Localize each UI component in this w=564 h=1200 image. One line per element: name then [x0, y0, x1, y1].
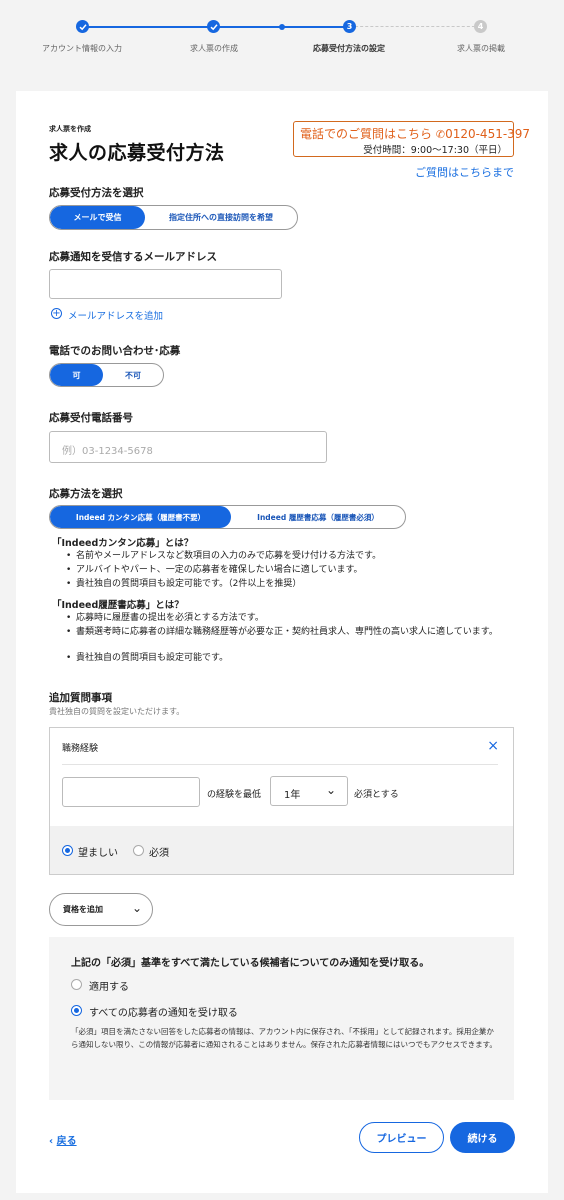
notification-note: 「必須」項目を満たさない回答をした応募者の情報は、アカウント内に保存され、「不採… [71, 1027, 497, 1049]
step-1-check-icon [76, 20, 89, 33]
page-title: 求人の応募受付方法 [49, 142, 225, 164]
notify-apply-label: 適用する [89, 982, 129, 993]
apply-method-label: 応募受付方法を選択 [49, 187, 144, 199]
easy-apply-option[interactable]: Indeed カンタン応募（履歴書不要） [50, 506, 231, 528]
apply-method-visit-option[interactable]: 指定住所への直接訪問を希望 [145, 206, 297, 229]
questions-label: 追加質問事項 [49, 692, 112, 704]
phone-prompt: 電話でのご質問はこちら [300, 127, 433, 141]
add-email-plus-icon[interactable]: + [51, 308, 62, 319]
notification-heading: 上記の「必須」基準をすべて満たしている候補者についてのみ通知を受け取る。 [71, 958, 430, 969]
question-card-title: 職務経験 [62, 744, 99, 754]
step-4-label: 求人票の掲載 [457, 44, 505, 53]
phone-inquiry-no-option[interactable]: 不可 [103, 364, 163, 386]
preview-button[interactable]: プレビュー [359, 1122, 444, 1153]
phone-contact-line: 電話でのご質問はこちら ✆0120-451-397 [300, 125, 530, 142]
continue-button[interactable]: 続ける [450, 1122, 515, 1153]
page-eyebrow: 求人票を作成 [49, 125, 91, 133]
phone-number-placeholder: 例）03-1234-5678 [62, 446, 153, 457]
question-card-divider [62, 764, 498, 765]
application-type-toggle: Indeed カンタン応募（履歴書不要） Indeed 履歴書応募（履歴書必須） [49, 505, 406, 529]
notify-all-radio[interactable] [71, 1005, 82, 1016]
phone-number[interactable]: 0120-451-397 [445, 127, 530, 141]
add-qualification-button[interactable]: 資格を追加 ⌄ [49, 893, 153, 926]
notify-all-label: すべての応募者の通知を受け取る [89, 1008, 238, 1019]
resume-apply-heading: 「Indeed履歴書応募」とは？ [52, 600, 184, 611]
resume-apply-option[interactable]: Indeed 履歴書応募（履歴書必須） [231, 506, 405, 528]
phone-inquiry-toggle: 可 不可 [49, 363, 164, 387]
chevron-down-icon: ⌄ [326, 783, 337, 797]
stepper-line-todo [350, 26, 480, 28]
phone-icon: ✆ [435, 128, 446, 141]
step-2-check-icon [207, 20, 220, 33]
priority-required-label: 必須 [149, 848, 169, 859]
close-icon[interactable]: × [487, 738, 499, 754]
priority-preferred-radio[interactable] [62, 845, 73, 856]
step-4-number: 4 [474, 20, 487, 33]
back-link[interactable]: ‹ 戻る [49, 1132, 77, 1147]
easy-apply-point: アルバイトやパート、一定の応募者を確保したい場合に適しています。 [66, 564, 506, 577]
experience-suffix: の経験を最低 [207, 790, 262, 800]
add-qualification-label: 資格を追加 [63, 905, 103, 914]
application-type-label: 応募方法を選択 [49, 488, 123, 500]
chevron-down-icon: ⌄ [132, 901, 143, 915]
questions-sublabel: 貴社独自の質問を設定いただけます。 [49, 707, 185, 716]
resume-apply-point: 貴社独自の質問項目も設定可能です。 [66, 652, 506, 665]
easy-apply-heading: 「Indeedカンタン応募」とは？ [52, 538, 194, 549]
experience-input[interactable] [62, 777, 200, 807]
phone-number-input[interactable]: 例）03-1234-5678 [49, 431, 327, 463]
question-card: 職務経験 × の経験を最低 1年 ⌄ 必須とする 望ましい 必須 [49, 727, 514, 875]
back-label: 戻る [56, 1136, 77, 1147]
years-select-value: 1年 [284, 790, 301, 801]
priority-preferred-label: 望ましい [78, 848, 118, 859]
phone-number-label: 応募受付電話番号 [49, 412, 133, 424]
chevron-left-icon: ‹ [49, 1136, 54, 1147]
phone-contact-box: 電話でのご質問はこちら ✆0120-451-397 受付時間：9:00〜17:3… [293, 121, 530, 157]
phone-inquiry-yes-option[interactable]: 可 [50, 364, 103, 386]
priority-row: 望ましい 必須 [50, 826, 513, 874]
easy-apply-point: 名前やメールアドレスなど数項目の入力のみで応募を受け付ける方法です。 [66, 550, 506, 563]
required-suffix: 必須とする [354, 790, 399, 800]
priority-required-radio[interactable] [133, 845, 144, 856]
step-progress-dot [279, 24, 285, 30]
email-input[interactable] [49, 269, 282, 299]
resume-apply-point: 応募時に履歴書の提出を必須とする方法です。 [66, 612, 506, 625]
faq-link[interactable]: ご質問はこちらまで [415, 164, 514, 180]
years-select[interactable]: 1年 ⌄ [270, 776, 348, 806]
phone-hours: 受付時間：9:00〜17:30（平日） [363, 145, 507, 156]
notification-settings: 上記の「必須」基準をすべて満たしている候補者についてのみ通知を受け取る。 適用す… [49, 937, 514, 1100]
apply-method-toggle: メールで受信 指定住所への直接訪問を希望 [49, 205, 298, 230]
add-email-link[interactable]: メールアドレスを追加 [68, 308, 163, 322]
easy-apply-point: 貴社独自の質問項目も設定可能です。（2件以上を推奨） [66, 578, 506, 591]
step-1-label: アカウント情報の入力 [42, 44, 122, 53]
email-label: 応募通知を受信するメールアドレス [49, 251, 217, 263]
step-3-label: 応募受付方法の設定 [313, 44, 385, 53]
step-3-number: 3 [343, 20, 356, 33]
step-2-label: 求人票の作成 [190, 44, 238, 53]
resume-apply-point: 書類選考時に応募者の詳細な職務経歴等が必要な正・契約社員求人、専門性の高い求人に… [66, 626, 506, 639]
apply-method-email-option[interactable]: メールで受信 [50, 206, 145, 229]
phone-inquiry-label: 電話でのお問い合わせ･応募 [49, 345, 181, 357]
notify-apply-radio[interactable] [71, 979, 82, 990]
